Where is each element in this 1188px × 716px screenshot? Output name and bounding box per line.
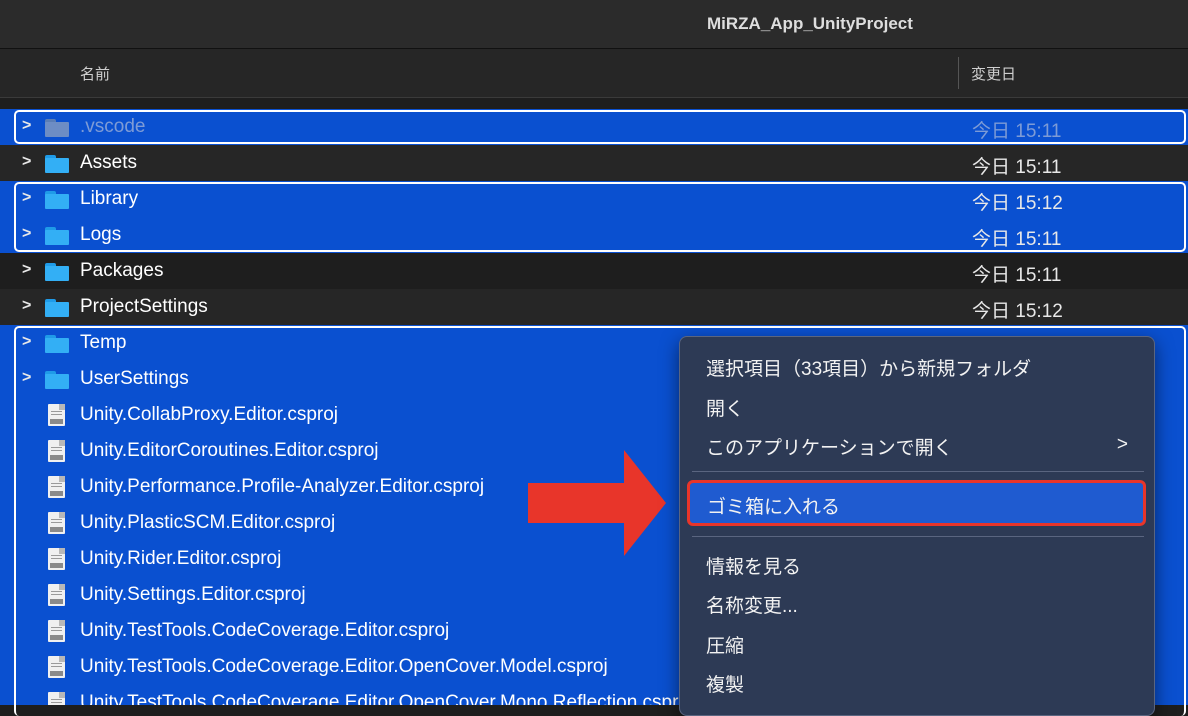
- window-titlebar: MiRZA_App_UnityProject: [0, 0, 1188, 49]
- item-name: Unity.TestTools.CodeCoverage.Editor.Open…: [80, 692, 694, 705]
- item-name: Unity.PlasticSCM.Editor.csproj: [80, 512, 336, 533]
- item-date: 今日 15:11: [972, 121, 1062, 142]
- folder-icon: [45, 299, 69, 317]
- item-name: Unity.Performance.Profile-Analyzer.Edito…: [80, 476, 485, 497]
- column-header-name[interactable]: 名前: [80, 63, 110, 84]
- disclosure-chevron-icon[interactable]: >: [22, 369, 31, 387]
- disclosure-chevron-icon[interactable]: >: [22, 261, 31, 279]
- menu-item-duplicate[interactable]: 複製: [706, 670, 744, 697]
- list-item[interactable]: > .vscode 今日 15:11: [0, 109, 1188, 145]
- item-date: 今日 15:11: [972, 157, 1062, 178]
- submenu-chevron-icon: >: [1116, 434, 1128, 455]
- item-name: ProjectSettings: [80, 296, 208, 317]
- column-divider[interactable]: [958, 57, 959, 89]
- item-name: Unity.EditorCoroutines.Editor.csproj: [80, 440, 379, 461]
- folder-icon: [45, 335, 69, 353]
- item-name: Assets: [80, 152, 138, 173]
- item-name: Packages: [80, 260, 164, 281]
- item-name: Logs: [80, 224, 122, 245]
- disclosure-chevron-icon[interactable]: >: [22, 117, 31, 135]
- column-header: 名前 変更日: [0, 49, 1188, 98]
- menu-item-get-info[interactable]: 情報を見る: [706, 552, 801, 579]
- list-item[interactable]: > Packages 今日 15:11: [0, 253, 1188, 289]
- disclosure-chevron-icon[interactable]: >: [22, 153, 31, 171]
- menu-separator: [692, 536, 1144, 537]
- menu-item-move-to-trash-label: ゴミ箱に入れる: [707, 497, 841, 518]
- window-title: MiRZA_App_UnityProject: [707, 14, 913, 33]
- menu-item-move-to-trash[interactable]: ゴミ箱に入れる: [687, 480, 1146, 526]
- folder-icon: [45, 227, 69, 245]
- item-date: 今日 15:12: [972, 301, 1063, 322]
- menu-item-compress[interactable]: 圧縮: [706, 631, 744, 658]
- csproj-file-icon: [48, 476, 65, 498]
- item-date: 今日 15:11: [972, 229, 1062, 250]
- folder-icon: [45, 263, 69, 281]
- menu-item-open-with[interactable]: このアプリケーションで開く: [706, 433, 953, 460]
- folder-icon: [45, 155, 69, 173]
- disclosure-chevron-icon[interactable]: >: [22, 333, 31, 351]
- disclosure-chevron-icon[interactable]: >: [22, 225, 31, 243]
- disclosure-chevron-icon[interactable]: >: [22, 189, 31, 207]
- item-name: Library: [80, 188, 139, 209]
- list-item[interactable]: > Library 今日 15:12: [0, 181, 1188, 217]
- csproj-file-icon: [48, 692, 65, 705]
- item-name: Temp: [80, 332, 127, 353]
- menu-item-rename[interactable]: 名称変更...: [706, 591, 798, 618]
- red-arrow-annotation: [528, 450, 666, 556]
- csproj-file-icon: [48, 656, 65, 678]
- csproj-file-icon: [48, 440, 65, 462]
- item-name: .vscode: [80, 116, 146, 137]
- item-name: Unity.Rider.Editor.csproj: [80, 548, 282, 569]
- csproj-file-icon: [48, 548, 65, 570]
- context-menu: 選択項目（33項目）から新規フォルダ 開く このアプリケーションで開く > ゴミ…: [679, 336, 1155, 716]
- item-name: Unity.TestTools.CodeCoverage.Editor.Open…: [80, 656, 608, 677]
- list-item[interactable]: > Logs 今日 15:11: [0, 217, 1188, 253]
- menu-item-open[interactable]: 開く: [706, 394, 744, 421]
- menu-item-new-folder-with-selection[interactable]: 選択項目（33項目）から新規フォルダ: [706, 354, 1031, 381]
- item-name: Unity.CollabProxy.Editor.csproj: [80, 404, 339, 425]
- csproj-file-icon: [48, 620, 65, 642]
- item-name: Unity.Settings.Editor.csproj: [80, 584, 306, 605]
- item-date: 今日 15:12: [972, 193, 1063, 214]
- disclosure-chevron-icon[interactable]: >: [22, 297, 31, 315]
- list-item[interactable]: > Assets 今日 15:11: [0, 145, 1188, 181]
- column-header-date[interactable]: 変更日: [971, 63, 1016, 84]
- csproj-file-icon: [48, 404, 65, 426]
- folder-icon: [45, 371, 69, 389]
- menu-separator: [692, 471, 1144, 472]
- folder-icon: [45, 119, 69, 137]
- item-name: Unity.TestTools.CodeCoverage.Editor.cspr…: [80, 620, 450, 641]
- item-name: UserSettings: [80, 368, 189, 389]
- folder-icon: [45, 191, 69, 209]
- list-item[interactable]: > ProjectSettings 今日 15:12: [0, 289, 1188, 325]
- item-date: 今日 15:11: [972, 265, 1062, 286]
- csproj-file-icon: [48, 512, 65, 534]
- csproj-file-icon: [48, 584, 65, 606]
